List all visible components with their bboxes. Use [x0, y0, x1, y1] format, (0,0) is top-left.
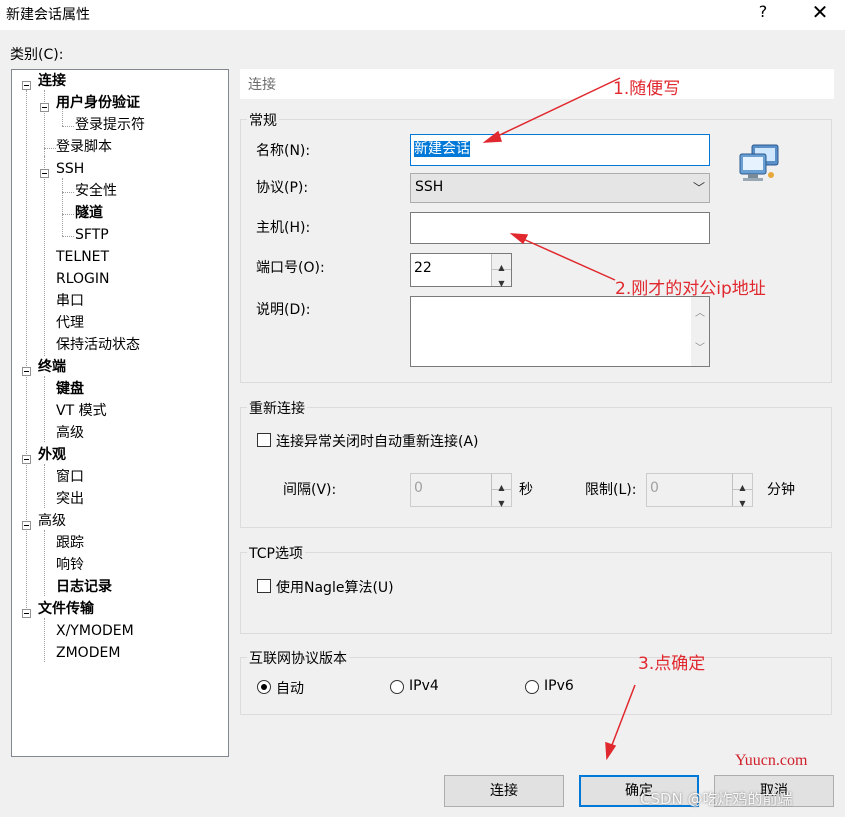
arrow-3-head [605, 741, 617, 761]
annotation-1: 1.随便写 [613, 79, 681, 99]
annotation-arrows [482, 77, 636, 761]
watermark-yuucn: Yuucn.com [735, 752, 808, 769]
arrow-1-head [482, 130, 503, 143]
arrow-2-head [509, 233, 529, 245]
annotation-2: 2.刚才的对公ip地址 [615, 279, 766, 299]
arrow-2 [511, 233, 616, 281]
arrow-1 [484, 77, 621, 143]
watermark-csdn: CSDN @吃炸鸡的前端 [640, 790, 793, 808]
dialog-body: 类别(C): 连接 用户身份验证 登录提示符 登录脚本 SSH 安全性 隧道 S… [0, 30, 845, 817]
help-button[interactable]: ? [756, 2, 770, 21]
title-bar: 新建会话属性 ? ✕ [0, 0, 845, 30]
window-title: 新建会话属性 [6, 7, 90, 23]
annotation-3: 3.点确定 [638, 654, 706, 674]
close-button[interactable]: ✕ [810, 0, 830, 24]
